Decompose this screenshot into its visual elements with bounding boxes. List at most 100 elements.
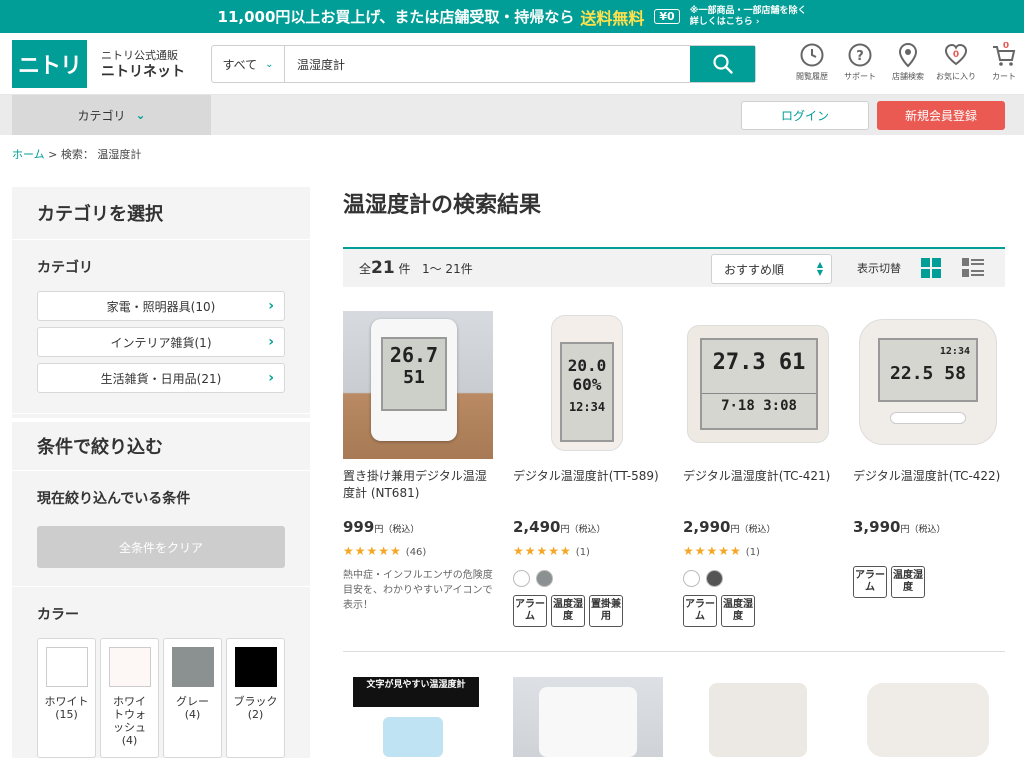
cart-label: カート xyxy=(992,72,1016,81)
color-swatch-black[interactable]: ブラック (2) xyxy=(226,638,285,758)
color-swatch-whitewash[interactable]: ホワイトウォッシュ (4) xyxy=(100,638,159,758)
grid-view-icon[interactable] xyxy=(921,258,941,278)
product-image[interactable]: 20.0 60% 12:34 xyxy=(513,311,663,459)
product-grid: 26.7 51 置き掛け兼用デジタル温湿度計 (NT681) 999円（税込） … xyxy=(343,311,1005,627)
review-count[interactable]: (1) xyxy=(746,547,760,558)
cart-link[interactable]: 0 カート xyxy=(980,42,1024,82)
category-item[interactable]: インテリア雑貨(1) › xyxy=(37,327,285,357)
result-range: 1～ 21件 xyxy=(421,262,473,276)
price-tax: （税込） xyxy=(909,525,946,535)
breadcrumb-current: 検索： 温湿度計 xyxy=(60,148,142,161)
review-count[interactable]: (46) xyxy=(406,547,427,558)
chevron-right-icon: › xyxy=(268,334,274,350)
svg-text:?: ? xyxy=(856,49,864,64)
color-options xyxy=(513,570,663,587)
search-button[interactable] xyxy=(690,46,755,82)
history-icon xyxy=(800,43,824,67)
favorites-badge: 0 xyxy=(953,50,959,60)
product-name[interactable]: デジタル温湿度計(TC-422) xyxy=(853,468,1003,508)
category-label: インテリア雑貨(1) xyxy=(110,335,212,350)
thermometer-body xyxy=(539,687,637,757)
product-name[interactable]: デジタル温湿度計(TT-589) xyxy=(513,468,663,508)
product-card[interactable] xyxy=(853,677,1003,757)
category-item[interactable]: 家電・照明器具(10) › xyxy=(37,291,285,321)
color-options xyxy=(683,570,833,587)
stand-slot xyxy=(890,412,966,424)
breadcrumb-sep: > xyxy=(44,148,61,161)
product-image[interactable]: 12:34 22.5 58 xyxy=(853,311,1003,459)
product-grid-row-2: 文字が見やすい温湿度計 xyxy=(343,677,1005,757)
color-dot-gray[interactable] xyxy=(536,570,553,587)
shipping-banner[interactable]: 11,000円以上お買上げ、または店舗受取・持帰なら 送料無料 ¥0 ※一部商品… xyxy=(0,0,1024,33)
history-link[interactable]: 閲覧履歴 xyxy=(788,42,836,82)
map-pin-icon xyxy=(898,42,918,68)
color-dot-white[interactable] xyxy=(513,570,530,587)
product-card[interactable]: 26.7 51 置き掛け兼用デジタル温湿度計 (NT681) 999円（税込） … xyxy=(343,311,493,627)
thermometer-body: 26.7 51 xyxy=(371,319,457,441)
lcd-time: 12:34 xyxy=(568,400,606,414)
list-view-icon[interactable] xyxy=(962,258,984,278)
price-value: 2,490 xyxy=(513,518,561,536)
clear-filters-button[interactable]: 全条件をクリア xyxy=(37,526,285,568)
sort-select[interactable]: おすすめ順 ▲ ▼ xyxy=(711,254,832,284)
banner-note-2: 詳しくはこちら › xyxy=(689,16,760,27)
product-image[interactable]: 文字が見やすい温湿度計 xyxy=(343,677,493,757)
color-swatch-gray[interactable]: グレー (4) xyxy=(163,638,222,758)
page-title: 温湿度計の検索結果 xyxy=(343,193,542,218)
category-item[interactable]: 生活雑貨・日用品(21) › xyxy=(37,363,285,393)
store-search-link[interactable]: 店舗検索 xyxy=(884,42,932,82)
favorites-link[interactable]: 0 お気に入り xyxy=(932,42,980,82)
category-heading: カテゴリ xyxy=(37,260,93,276)
product-image-caption: 文字が見やすい温湿度計 xyxy=(353,677,479,707)
category-menu-button[interactable]: カテゴリ ⌄ xyxy=(12,95,211,135)
product-price: 3,990円（税込） xyxy=(853,518,1003,536)
search-input[interactable] xyxy=(285,46,690,82)
lcd-temp: 26.7 xyxy=(389,343,439,367)
banner-note: ※一部商品・一部店舗を除く 詳しくはこちら › xyxy=(690,6,807,28)
product-card[interactable]: 12:34 22.5 58 デジタル温湿度計(TC-422) 3,990円（税込… xyxy=(853,311,1003,627)
color-dot-dark-gray[interactable] xyxy=(706,570,723,587)
result-count: 全21 件 1～ 21件 xyxy=(359,258,473,278)
product-price: 2,990円（税込） xyxy=(683,518,833,536)
current-filter-heading: 現在絞り込んでいる条件 xyxy=(37,491,191,507)
nitori-logo[interactable]: ニトリ xyxy=(12,39,87,88)
product-image[interactable] xyxy=(853,677,1003,757)
thermometer-body xyxy=(383,717,443,757)
chevron-down-icon: ⌄ xyxy=(265,58,274,70)
product-card[interactable] xyxy=(683,677,833,757)
display-toggle-label: 表示切替 xyxy=(857,262,901,275)
product-image[interactable] xyxy=(513,677,663,757)
banner-amount: 11,000円以上お買上げ、または店舗受取・持帰なら xyxy=(217,8,575,26)
rating-stars: ★★★★★ (1) xyxy=(683,544,833,558)
favorites-label: お気に入り xyxy=(936,72,976,81)
product-card[interactable] xyxy=(513,677,663,757)
product-image[interactable]: 26.7 51 xyxy=(343,311,493,459)
color-swatch-white[interactable]: ホワイト (15) xyxy=(37,638,96,758)
product-card[interactable]: 20.0 60% 12:34 デジタル温湿度計(TT-589) 2,490円（税… xyxy=(513,311,663,627)
product-name[interactable]: デジタル温湿度計(TC-421) xyxy=(683,468,833,508)
sort-arrows-icon: ▲ ▼ xyxy=(816,260,823,277)
chevron-down-icon: ⌄ xyxy=(135,108,146,122)
tag-temp-humidity: 温度湿度 xyxy=(721,595,755,627)
lcd-temp: 27.3 xyxy=(712,350,766,375)
search-scope-select[interactable]: すべて ⌄ xyxy=(212,46,285,82)
lcd-humidity: 60% xyxy=(572,375,602,394)
support-link[interactable]: ? サポート xyxy=(836,42,884,82)
price-tax: （税込） xyxy=(569,525,606,535)
lcd-screen: 27.3 61 7·18 3:08 xyxy=(700,338,818,430)
review-count[interactable]: (1) xyxy=(576,547,590,558)
login-button[interactable]: ログイン xyxy=(741,101,869,130)
color-dot-white[interactable] xyxy=(683,570,700,587)
color-swatches: ホワイト (15) ホワイトウォッシュ (4) グレー (4) ブラック (2) xyxy=(37,638,285,758)
price-value: 2,990 xyxy=(683,518,731,536)
product-name[interactable]: 置き掛け兼用デジタル温湿度計 (NT681) xyxy=(343,468,493,508)
product-card[interactable]: 文字が見やすい温湿度計 xyxy=(343,677,493,757)
product-image[interactable]: 27.3 61 7·18 3:08 xyxy=(683,311,833,459)
register-button[interactable]: 新規会員登録 xyxy=(877,101,1005,130)
brand[interactable]: ニトリ公式通販 ニトリネット xyxy=(101,47,185,81)
product-image[interactable] xyxy=(683,677,833,757)
banner-free-shipping: 送料無料 xyxy=(580,8,645,28)
breadcrumb-home[interactable]: ホーム xyxy=(12,148,45,161)
product-card[interactable]: 27.3 61 7·18 3:08 デジタル温湿度計(TC-421) 2,990… xyxy=(683,311,833,627)
feature-tags: アラーム 温度湿度 xyxy=(683,595,833,627)
